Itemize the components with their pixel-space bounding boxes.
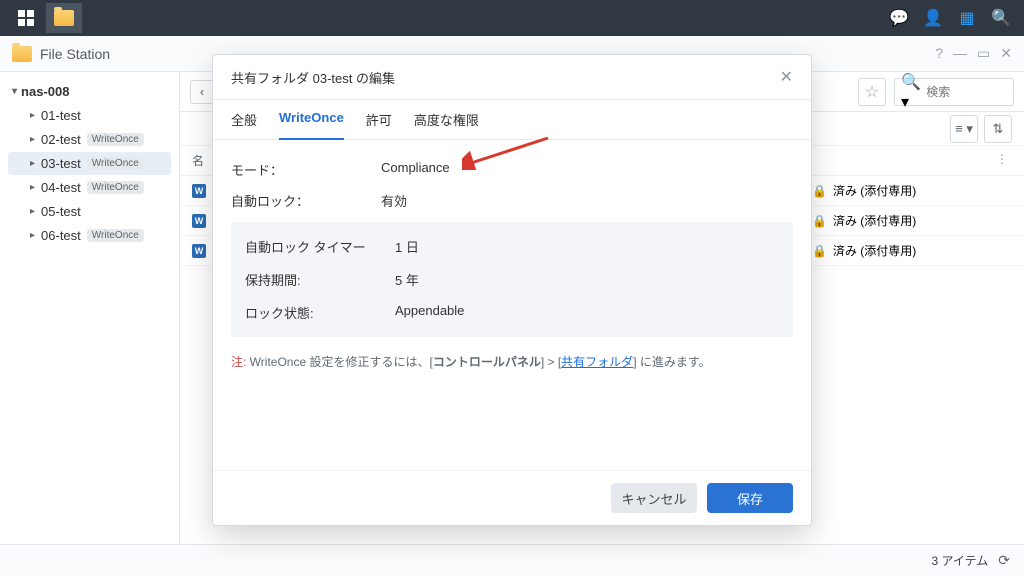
save-button[interactable]: 保存 — [707, 483, 793, 513]
apps-grid-button[interactable] — [8, 3, 44, 33]
autolock-value: 有効 — [381, 191, 407, 210]
tree-root-label: nas-008 — [21, 84, 69, 99]
shared-folder-link[interactable]: 共有フォルダ — [561, 355, 633, 369]
timer-value: 1 日 — [395, 237, 419, 256]
mode-value: Compliance — [381, 160, 450, 179]
note-text: 注: WriteOnce 設定を修正するには、[コントロールパネル] > [共有… — [231, 353, 793, 370]
chevron-right-icon: ▸ — [30, 182, 35, 193]
window-title: File Station — [40, 46, 110, 62]
lockstate-label: ロック状態: — [245, 303, 395, 322]
lock-details-block: 自動ロック タイマー1 日 保持期間:5 年 ロック状態:Appendable — [231, 222, 793, 337]
retention-label: 保持期間: — [245, 270, 395, 289]
mode-label: モード： — [231, 160, 381, 179]
list-view-button[interactable]: ≡ ▾ — [950, 115, 978, 143]
close-window-button[interactable]: ✕ — [1000, 45, 1012, 62]
lock-icon: 🔒 — [812, 244, 827, 258]
chevron-right-icon: ▸ — [30, 230, 35, 241]
dialog-title: 共有フォルダ 03-test の編集 — [231, 68, 395, 87]
lock-icon: 🔒 — [812, 214, 827, 228]
lock-icon: 🔒 — [812, 184, 827, 198]
timer-label: 自動ロック タイマー — [245, 237, 395, 256]
item-count: 3 アイテム — [931, 552, 988, 569]
nav-back-button[interactable]: ‹ — [190, 80, 214, 104]
sort-button[interactable]: ⇅ — [984, 115, 1012, 143]
autolock-label: 自動ロック： — [231, 191, 381, 210]
chevron-right-icon: ▸ — [30, 158, 35, 169]
worm-file-icon: W — [192, 244, 206, 258]
chevron-right-icon: ▸ — [30, 206, 35, 217]
search-input[interactable] — [926, 85, 1007, 99]
system-taskbar: 💬 👤 ▦ 🔍 — [0, 0, 1024, 36]
tab-general[interactable]: 全般 — [231, 100, 257, 139]
widgets-icon[interactable]: ▦ — [952, 3, 982, 33]
tree-root[interactable]: ▾ nas-008 — [4, 80, 175, 103]
tree-item-03[interactable]: ▸03-testWriteOnce — [8, 152, 171, 175]
reload-button[interactable]: ⟳ — [998, 552, 1010, 569]
cancel-button[interactable]: キャンセル — [611, 483, 697, 513]
chevron-right-icon: ▸ — [30, 134, 35, 145]
tree-item-02[interactable]: ▸02-testWriteOnce — [8, 128, 171, 151]
search-icon: 🔍▾ — [901, 72, 922, 112]
dialog-close-button[interactable]: ✕ — [780, 67, 793, 87]
filestation-task-button[interactable] — [46, 3, 82, 33]
user-icon[interactable]: 👤 — [918, 3, 948, 33]
lockstate-value: Appendable — [395, 303, 464, 322]
maximize-button[interactable]: ▭ — [977, 45, 990, 62]
folder-tree: ▾ nas-008 ▸01-test ▸02-testWriteOnce ▸03… — [0, 72, 180, 544]
chevron-right-icon: ▸ — [30, 110, 35, 121]
worm-file-icon: W — [192, 214, 206, 228]
help-button[interactable]: ? — [935, 45, 943, 62]
writeonce-badge: WriteOnce — [87, 181, 144, 194]
search-system-icon[interactable]: 🔍 — [986, 3, 1016, 33]
worm-file-icon: W — [192, 184, 206, 198]
favorite-button[interactable]: ☆ — [858, 78, 886, 106]
tab-writeonce[interactable]: WriteOnce — [279, 100, 344, 139]
writeonce-badge: WriteOnce — [87, 157, 144, 170]
column-menu-button[interactable]: ⋮ — [992, 152, 1012, 169]
tree-item-06[interactable]: ▸06-testWriteOnce — [8, 224, 171, 247]
tree-item-05[interactable]: ▸05-test — [8, 200, 171, 223]
tab-permissions[interactable]: 許可 — [366, 100, 392, 139]
tree-item-01[interactable]: ▸01-test — [8, 104, 171, 127]
edit-shared-folder-dialog: 共有フォルダ 03-test の編集 ✕ 全般 WriteOnce 許可 高度な… — [212, 54, 812, 526]
tree-item-04[interactable]: ▸04-testWriteOnce — [8, 176, 171, 199]
retention-value: 5 年 — [395, 270, 419, 289]
chevron-down-icon: ▾ — [12, 86, 17, 97]
status-bar: 3 アイテム ⟳ — [0, 544, 1024, 576]
writeonce-badge: WriteOnce — [87, 133, 144, 146]
search-field[interactable]: 🔍▾ — [894, 78, 1014, 106]
minimize-button[interactable]: — — [953, 45, 967, 62]
app-folder-icon — [12, 46, 32, 62]
chat-icon[interactable]: 💬 — [884, 3, 914, 33]
writeonce-badge: WriteOnce — [87, 229, 144, 242]
tab-advanced-permissions[interactable]: 高度な権限 — [414, 100, 479, 139]
